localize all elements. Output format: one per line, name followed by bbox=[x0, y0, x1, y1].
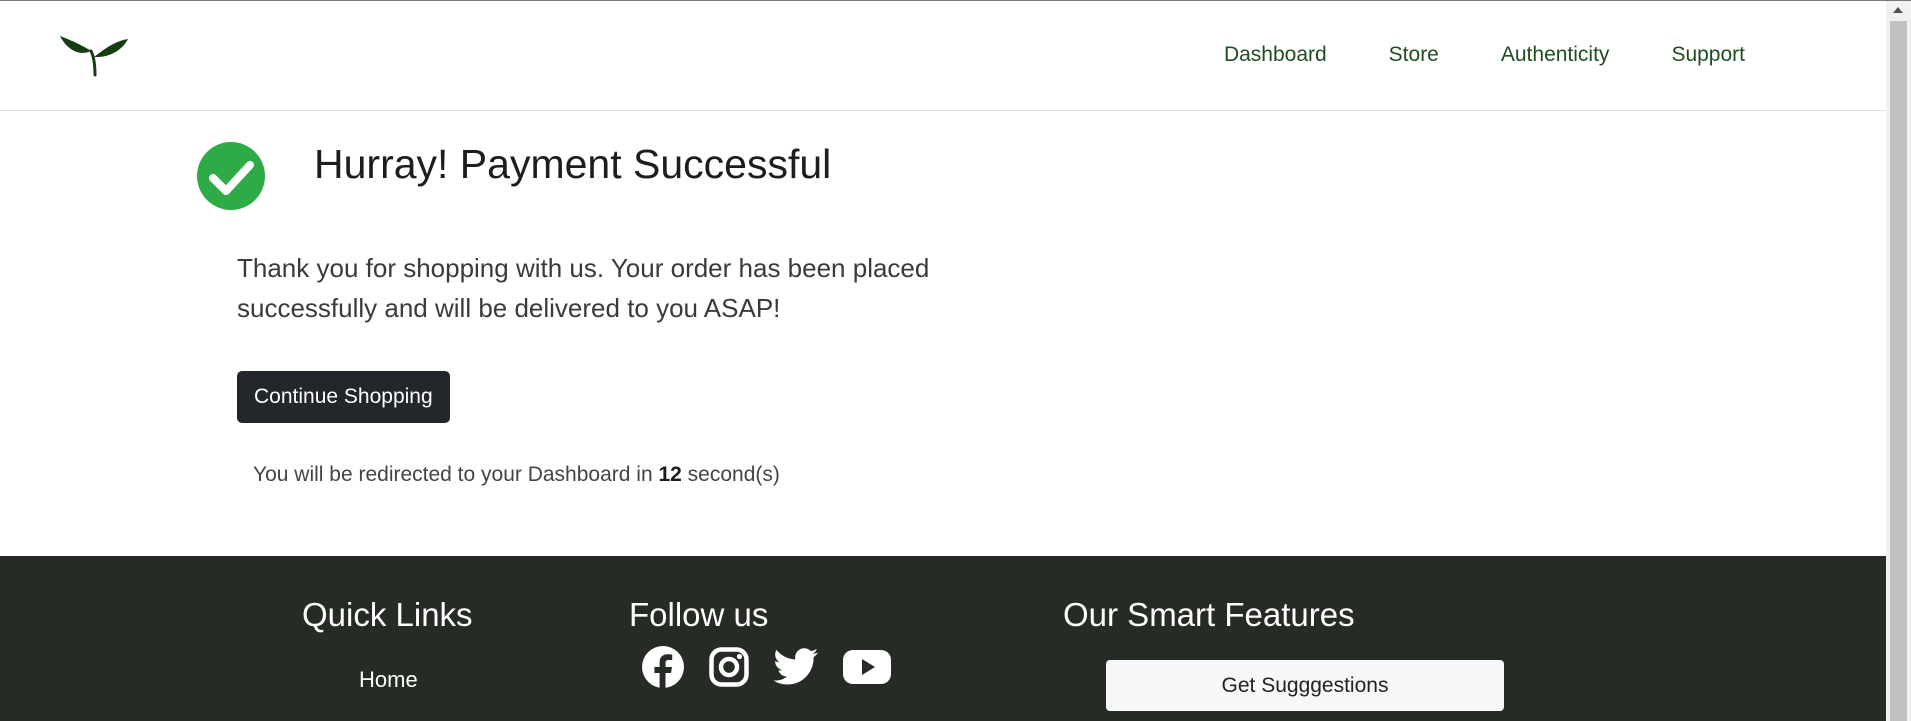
main-nav: Dashboard Store Authenticity Support bbox=[1162, 43, 1745, 67]
confirmation-message: Thank you for shopping with us. Your ord… bbox=[237, 253, 930, 323]
get-suggestions-button[interactable]: Get Sugggestions bbox=[1106, 660, 1504, 711]
facebook-icon[interactable] bbox=[641, 645, 685, 694]
redirect-countdown: 12 bbox=[658, 463, 682, 486]
page-title: Hurray! Payment Successful bbox=[314, 141, 832, 187]
nav-authenticity[interactable]: Authenticity bbox=[1501, 43, 1610, 67]
social-links bbox=[641, 645, 891, 694]
nav-support[interactable]: Support bbox=[1671, 43, 1745, 67]
nav-store[interactable]: Store bbox=[1389, 43, 1439, 67]
continue-shopping-button[interactable]: Continue Shopping bbox=[237, 371, 450, 423]
instagram-icon[interactable] bbox=[709, 647, 749, 692]
scrollbar-thumb[interactable] bbox=[1890, 21, 1907, 721]
redirect-prefix: You will be redirected to your Dashboard… bbox=[253, 463, 659, 486]
check-circle-icon bbox=[196, 141, 266, 211]
nav-dashboard[interactable]: Dashboard bbox=[1224, 43, 1327, 67]
footer-link-home[interactable]: Home bbox=[359, 667, 418, 693]
payment-success-section: Hurray! Payment Successful Thank you for… bbox=[0, 111, 1886, 556]
youtube-icon[interactable] bbox=[843, 649, 891, 690]
site-footer: Quick Links Home Follow us Our Smart Fea… bbox=[0, 556, 1886, 721]
follow-us-heading: Follow us bbox=[629, 596, 769, 633]
redirect-suffix: second(s) bbox=[681, 463, 780, 486]
smart-features-heading: Our Smart Features bbox=[1063, 596, 1355, 633]
vertical-scrollbar[interactable] bbox=[1886, 1, 1911, 721]
quick-links-heading: Quick Links bbox=[302, 596, 473, 633]
twitter-icon[interactable] bbox=[773, 648, 819, 691]
sprout-logo-icon[interactable] bbox=[58, 29, 134, 81]
redirect-notice: You will be redirected to your Dashboard… bbox=[253, 463, 780, 487]
scroll-up-arrow-icon[interactable] bbox=[1893, 7, 1903, 13]
site-header: Dashboard Store Authenticity Support bbox=[0, 1, 1886, 111]
